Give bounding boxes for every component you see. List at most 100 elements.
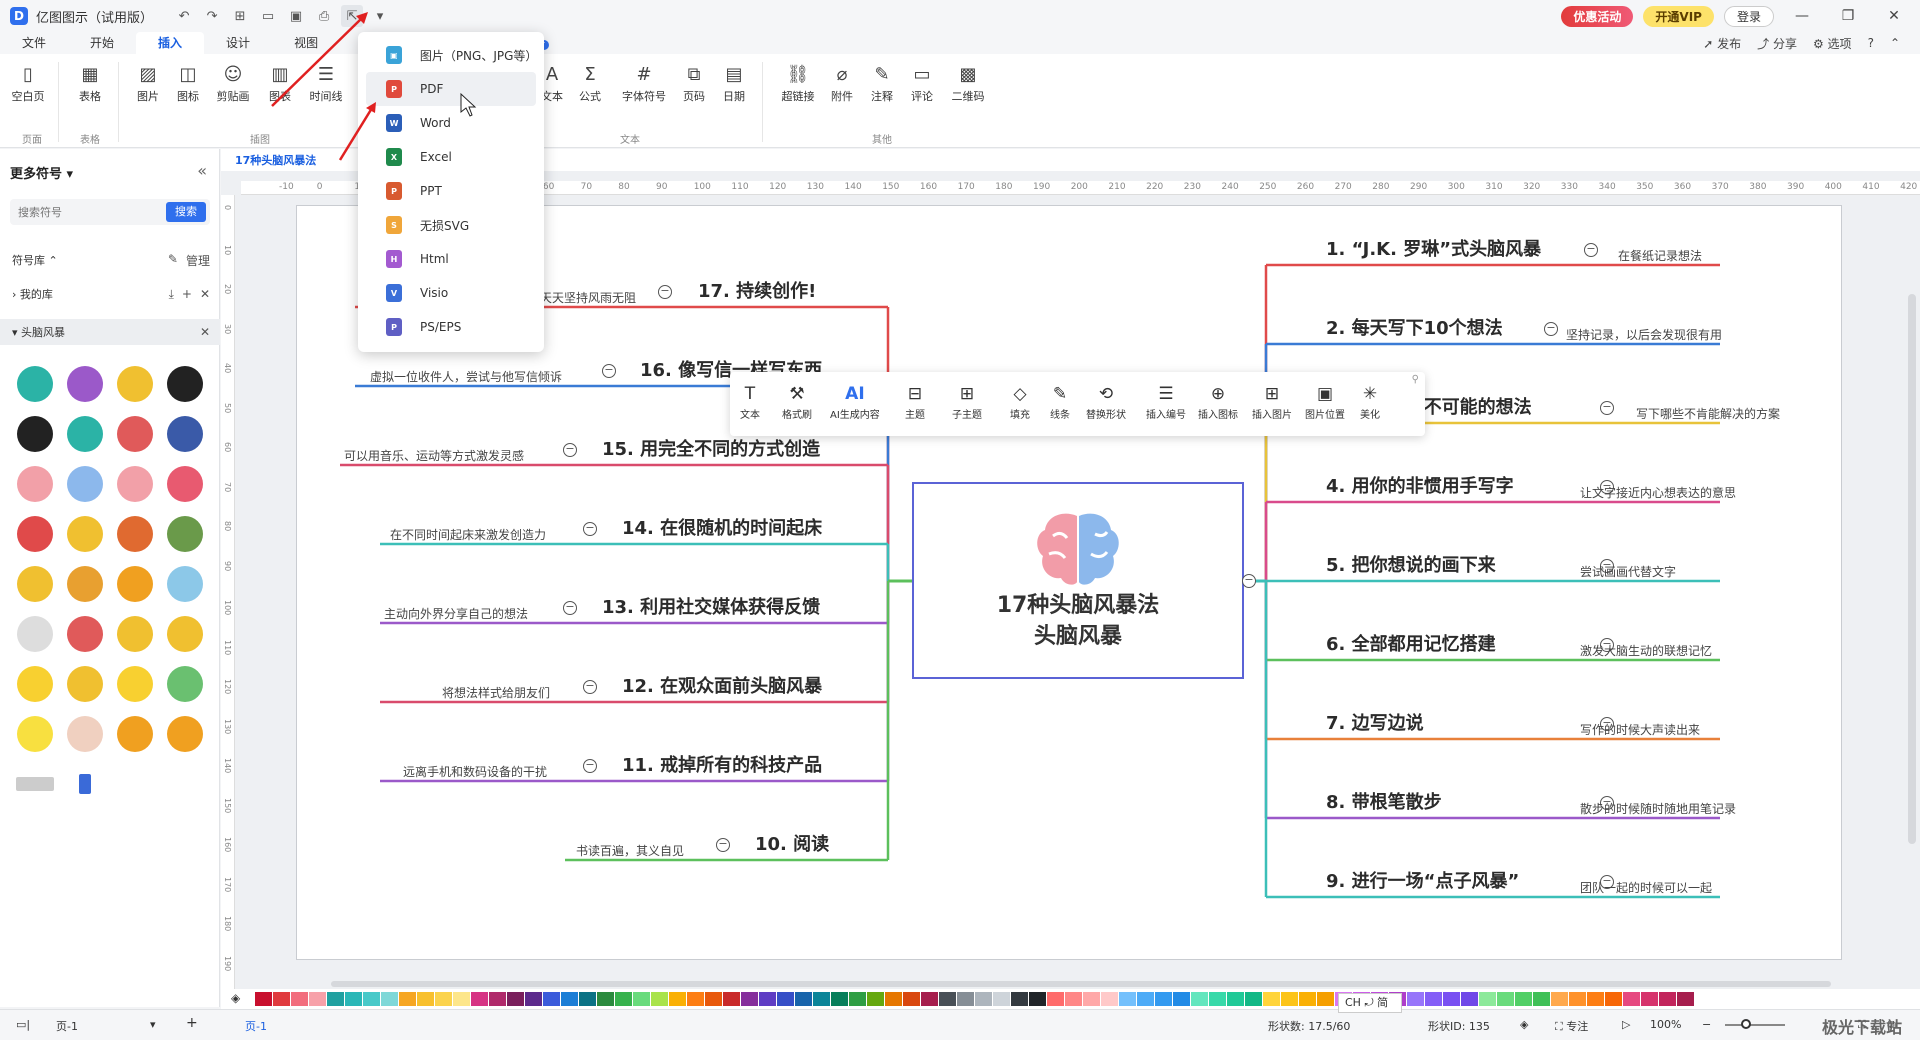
horizontal-scrollbar[interactable] bbox=[331, 981, 1831, 987]
color-swatch[interactable] bbox=[1677, 992, 1694, 1006]
play-icon[interactable]: ▷ bbox=[1622, 1018, 1630, 1031]
topic-collapse-icon[interactable]: − bbox=[658, 285, 672, 299]
brainstorm-symbol-icon[interactable] bbox=[110, 359, 160, 409]
brainstorm-symbol-icon[interactable] bbox=[10, 609, 60, 659]
right-topic-8[interactable]: 8. 带根笔散步 bbox=[1326, 788, 1442, 814]
color-swatch[interactable] bbox=[1119, 992, 1136, 1006]
color-swatch[interactable] bbox=[291, 992, 308, 1006]
color-swatch[interactable] bbox=[1623, 992, 1640, 1006]
minimize-icon[interactable]: — bbox=[1784, 8, 1820, 24]
collapse-ribbon-icon[interactable]: ⌃ bbox=[1890, 36, 1900, 50]
search-button[interactable]: 搜索 bbox=[166, 202, 206, 222]
brainstorm-symbol-icon[interactable] bbox=[110, 659, 160, 709]
theme-button[interactable]: ⊟ 主题 bbox=[905, 382, 925, 421]
close-category-icon[interactable]: ✕ bbox=[200, 325, 210, 339]
color-swatch[interactable] bbox=[1569, 992, 1586, 1006]
tab-insert[interactable]: 插入 bbox=[136, 32, 205, 54]
color-swatch[interactable] bbox=[957, 992, 974, 1006]
brainstorm-symbol-icon[interactable] bbox=[60, 759, 110, 809]
formula-button[interactable]: Σ 公式 bbox=[570, 62, 610, 104]
close-icon[interactable]: ✕ bbox=[1876, 8, 1912, 24]
brainstorm-symbol-icon[interactable] bbox=[10, 459, 60, 509]
brainstorm-symbol-icon[interactable] bbox=[60, 709, 110, 759]
export-word-item[interactable]: W Word bbox=[366, 106, 536, 140]
topic-collapse-icon[interactable]: − bbox=[583, 680, 597, 694]
color-swatch[interactable] bbox=[1083, 992, 1100, 1006]
color-swatch[interactable] bbox=[1173, 992, 1190, 1006]
add-icon[interactable]: + bbox=[182, 287, 192, 302]
color-swatch[interactable] bbox=[777, 992, 794, 1006]
color-swatch[interactable] bbox=[1407, 992, 1424, 1006]
brainstorm-symbol-icon[interactable] bbox=[10, 759, 60, 809]
customize-chevron-icon[interactable]: ▾ bbox=[369, 5, 391, 27]
left-topic-15[interactable]: 15. 用完全不同的方式创造 bbox=[602, 435, 820, 461]
color-swatch[interactable] bbox=[1209, 992, 1226, 1006]
page-selector[interactable]: 页-1 bbox=[56, 1018, 78, 1034]
brainstorm-symbol-icon[interactable] bbox=[160, 459, 210, 509]
beautify-button[interactable]: ✳ 美化 bbox=[1360, 382, 1380, 421]
color-swatch[interactable] bbox=[1443, 992, 1460, 1006]
restore-icon[interactable]: ❐ bbox=[1830, 8, 1866, 24]
color-swatch[interactable] bbox=[1047, 992, 1064, 1006]
color-swatch[interactable] bbox=[867, 992, 884, 1006]
brainstorm-symbol-icon[interactable] bbox=[10, 559, 60, 609]
ai-generate-button[interactable]: AI AI生成内容 bbox=[830, 382, 880, 421]
page-number-button[interactable]: ⧉ 页码 bbox=[674, 62, 714, 104]
brainstorm-symbol-icon[interactable] bbox=[110, 559, 160, 609]
subtopic-button[interactable]: ⊞ 子主题 bbox=[952, 382, 982, 421]
brainstorm-symbol-icon[interactable] bbox=[160, 509, 210, 559]
color-swatch[interactable] bbox=[1425, 992, 1442, 1006]
brainstorm-symbol-icon[interactable] bbox=[60, 659, 110, 709]
brainstorm-symbol-icon[interactable] bbox=[160, 559, 210, 609]
color-swatch[interactable] bbox=[1533, 992, 1550, 1006]
export-html-item[interactable]: H Html bbox=[366, 242, 536, 276]
format-painter-button[interactable]: ⚒ 格式刷 bbox=[782, 382, 812, 421]
help-icon[interactable]: ? bbox=[1868, 36, 1874, 50]
export-ppt-item[interactable]: P PPT bbox=[366, 174, 536, 208]
export-visio-item[interactable]: V Visio bbox=[366, 276, 536, 310]
color-swatch[interactable] bbox=[669, 992, 686, 1006]
left-topic-10[interactable]: 10. 阅读 bbox=[755, 830, 829, 856]
right-topic-5[interactable]: 5. 把你想说的画下来 bbox=[1326, 551, 1496, 577]
color-swatch[interactable] bbox=[1137, 992, 1154, 1006]
topic-collapse-icon[interactable]: − bbox=[583, 759, 597, 773]
tab-home[interactable]: 开始 bbox=[68, 32, 136, 54]
color-swatch[interactable] bbox=[1155, 992, 1172, 1006]
left-topic-13[interactable]: 13. 利用社交媒体获得反馈 bbox=[602, 593, 820, 619]
brainstorm-symbol-icon[interactable] bbox=[110, 459, 160, 509]
right-topic-4[interactable]: 4. 用你的非惯用手写字 bbox=[1326, 472, 1514, 498]
brainstorm-symbol-icon[interactable] bbox=[110, 509, 160, 559]
color-swatch[interactable] bbox=[1263, 992, 1280, 1006]
color-swatch[interactable] bbox=[993, 992, 1010, 1006]
save-icon[interactable]: ▣ bbox=[285, 5, 307, 27]
color-swatch[interactable] bbox=[831, 992, 848, 1006]
color-swatch[interactable] bbox=[1011, 992, 1028, 1006]
color-swatch[interactable] bbox=[687, 992, 704, 1006]
promo-button[interactable]: 优惠活动 bbox=[1561, 5, 1634, 27]
right-topic-6[interactable]: 6. 全部都用记忆搭建 bbox=[1326, 630, 1496, 656]
color-swatch[interactable] bbox=[1461, 992, 1478, 1006]
attachment-button[interactable]: ⌀ 附件 bbox=[822, 62, 862, 104]
topic-collapse-icon[interactable]: − bbox=[583, 522, 597, 536]
close-icon[interactable]: ✕ bbox=[200, 287, 210, 302]
fill-bucket-icon[interactable]: ◈ bbox=[231, 991, 240, 1005]
color-swatch[interactable] bbox=[921, 992, 938, 1006]
color-swatch[interactable] bbox=[363, 992, 380, 1006]
vertical-scrollbar[interactable] bbox=[1908, 294, 1916, 844]
color-swatch[interactable] bbox=[543, 992, 560, 1006]
color-swatch[interactable] bbox=[273, 992, 290, 1006]
annotation-button[interactable]: ✎ 注释 bbox=[862, 62, 902, 104]
insert-icon-button[interactable]: ⊕ 插入图标 bbox=[1198, 382, 1238, 421]
zoom-slider-knob[interactable] bbox=[1741, 1019, 1751, 1029]
right-topic-2[interactable]: 2. 每天写下10个想法 bbox=[1326, 314, 1503, 340]
export-ps-eps-item[interactable]: P PS/EPS bbox=[366, 310, 536, 344]
color-swatch[interactable] bbox=[1191, 992, 1208, 1006]
color-swatch[interactable] bbox=[255, 992, 272, 1006]
color-swatch[interactable] bbox=[1515, 992, 1532, 1006]
color-swatch[interactable] bbox=[741, 992, 758, 1006]
brainstorm-symbol-icon[interactable] bbox=[110, 609, 160, 659]
color-swatch[interactable] bbox=[507, 992, 524, 1006]
brainstorm-symbol-icon[interactable] bbox=[160, 659, 210, 709]
central-topic[interactable]: 17种头脑风暴法 头脑风暴 bbox=[912, 482, 1244, 679]
color-swatch[interactable] bbox=[381, 992, 398, 1006]
